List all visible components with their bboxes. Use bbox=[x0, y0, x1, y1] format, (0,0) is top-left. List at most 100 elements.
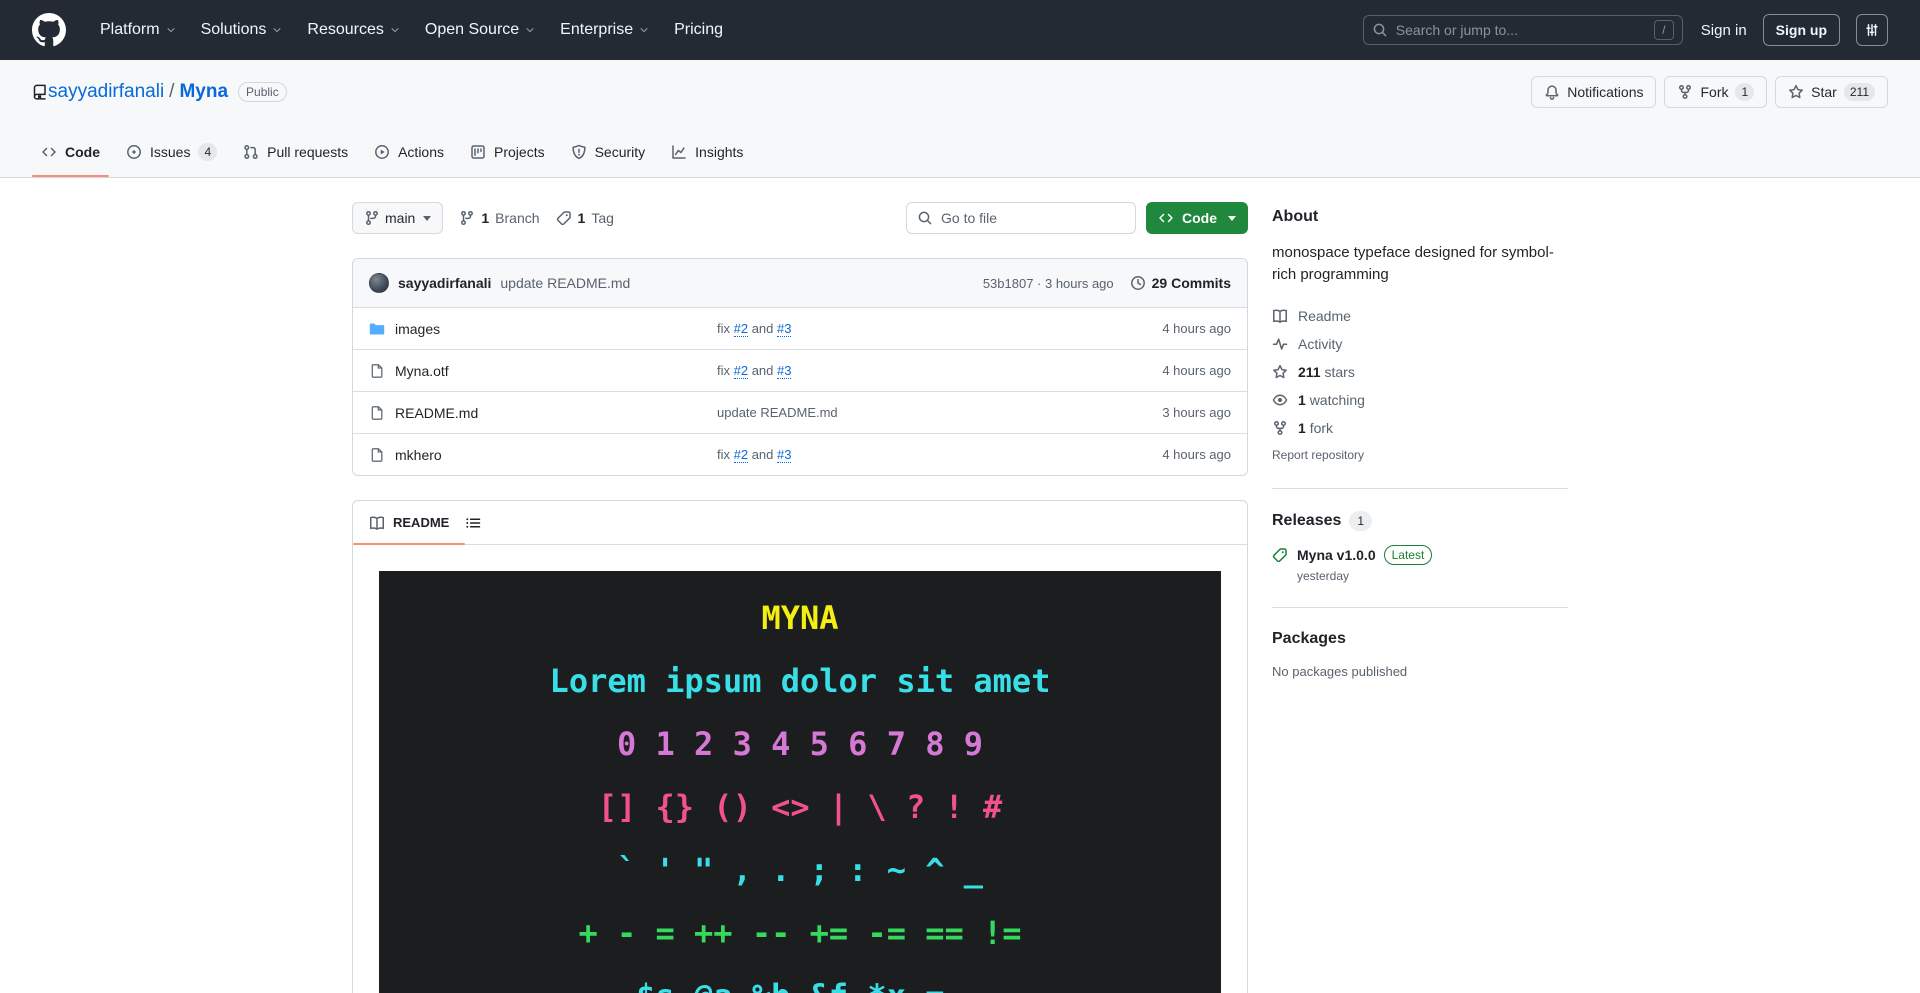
commit-message-link[interactable]: update README.md bbox=[500, 275, 630, 291]
tag-icon bbox=[1272, 548, 1287, 563]
tab-projects[interactable]: Projects bbox=[461, 126, 554, 177]
site-header: Platform Solutions Resources Open Source Ent… bbox=[0, 0, 1920, 60]
release-name[interactable]: Myna v1.0.0 bbox=[1297, 547, 1376, 563]
file-icon bbox=[371, 405, 383, 420]
tab-readme[interactable]: README bbox=[353, 501, 466, 545]
search-input[interactable]: Search or jump to... / bbox=[1362, 15, 1683, 45]
branches-label: Branch bbox=[495, 210, 540, 226]
file-icon bbox=[371, 363, 383, 378]
commit-history-link[interactable]: 29 Commits bbox=[1130, 275, 1231, 291]
tab-security[interactable]: Security bbox=[562, 126, 655, 177]
tab-label: Projects bbox=[494, 143, 545, 160]
table-row[interactable]: mkhero fix #2 and #3 4 hours ago bbox=[353, 433, 1247, 475]
tab-actions[interactable]: Actions bbox=[365, 126, 453, 177]
tags-label: Tag bbox=[591, 210, 614, 226]
commit-author-link[interactable]: sayyadirfanali bbox=[398, 275, 491, 291]
code-dropdown-button[interactable]: Code bbox=[1146, 202, 1248, 234]
fork-button[interactable]: Fork 1 bbox=[1664, 76, 1768, 108]
tab-issues[interactable]: Issues 4 bbox=[117, 126, 226, 177]
breadcrumb-owner-link[interactable]: sayyadirfanali bbox=[48, 81, 164, 102]
nav-label: Enterprise bbox=[560, 21, 634, 38]
outline-list-icon bbox=[466, 517, 481, 528]
tab-label: Security bbox=[594, 143, 646, 160]
file-name-link[interactable]: mkhero bbox=[395, 447, 442, 463]
issue-link[interactable]: #2 bbox=[733, 363, 749, 379]
about-meta-activity[interactable]: Activity bbox=[1272, 330, 1568, 358]
tag-icon bbox=[556, 211, 571, 226]
nav-label: Open Source bbox=[424, 21, 520, 38]
sign-in-link[interactable]: Sign in bbox=[1701, 22, 1747, 39]
bell-icon bbox=[1545, 85, 1559, 100]
releases-count-badge: 1 bbox=[1349, 511, 1373, 531]
about-meta-watching[interactable]: 1 watching bbox=[1272, 386, 1568, 414]
commit-age: 4 hours ago bbox=[1162, 447, 1231, 462]
file-name-link[interactable]: images bbox=[395, 321, 440, 337]
notifications-button[interactable]: Notifications bbox=[1531, 76, 1657, 108]
code-column: main 1 Branch 1 Tag Go to file Code sayy… bbox=[352, 202, 1248, 993]
issue-link[interactable]: #3 bbox=[777, 363, 792, 379]
file-icon bbox=[371, 447, 383, 462]
issue-link[interactable]: #2 bbox=[733, 447, 749, 463]
about-meta-stars[interactable]: 211 stars bbox=[1272, 358, 1568, 386]
packages-section: Packages No packages published bbox=[1272, 607, 1568, 679]
go-to-file-placeholder: Go to file bbox=[941, 210, 998, 226]
avatar[interactable] bbox=[369, 273, 389, 293]
latest-badge: Latest bbox=[1383, 545, 1433, 565]
star-icon bbox=[1789, 84, 1804, 99]
releases-title[interactable]: Releases bbox=[1272, 512, 1341, 530]
tags-count: 1 bbox=[577, 210, 586, 226]
tab-label: Code bbox=[65, 143, 100, 160]
report-repository-link[interactable]: Report repository bbox=[1272, 448, 1364, 462]
tab-pull-requests[interactable]: Pull requests bbox=[234, 126, 357, 177]
release-item[interactable]: Myna v1.0.0 Latest yesterday bbox=[1272, 545, 1568, 583]
readme-card: README MYNA Lorem ipsum dolor sit amet 0 1… bbox=[352, 500, 1248, 993]
breadcrumb: sayyadirfanali / Myna Public Notifications… bbox=[32, 74, 1888, 110]
tags-link[interactable]: 1 Tag bbox=[556, 210, 614, 226]
breadcrumb-repo-link[interactable]: Myna bbox=[179, 81, 228, 102]
issue-link[interactable]: #2 bbox=[733, 321, 749, 337]
nav-enterprise[interactable]: Enterprise bbox=[548, 21, 662, 39]
shield-icon bbox=[571, 144, 586, 159]
code-icon bbox=[1159, 213, 1173, 223]
about-heading: About bbox=[1272, 208, 1319, 225]
about-meta-fork[interactable]: 1 fork bbox=[1272, 414, 1568, 442]
tab-label: Issues bbox=[150, 143, 191, 160]
tab-insights[interactable]: Insights bbox=[662, 126, 752, 177]
table-row[interactable]: Myna.otf fix #2 and #3 4 hours ago bbox=[353, 349, 1247, 391]
nav-platform[interactable]: Platform bbox=[88, 21, 189, 39]
about-meta-readme[interactable]: Readme bbox=[1272, 302, 1568, 330]
search-icon bbox=[918, 211, 932, 225]
hero-line: 0 1 2 3 4 5 6 7 8 9 bbox=[616, 725, 984, 763]
nav-open-source[interactable]: Open Source bbox=[413, 21, 548, 39]
star-button[interactable]: Star 211 bbox=[1775, 76, 1888, 108]
tab-code[interactable]: Code bbox=[32, 126, 109, 177]
code-button-label: Code bbox=[1182, 210, 1217, 226]
table-row[interactable]: README.md update README.md 3 hours ago bbox=[353, 391, 1247, 433]
chevron-down-icon bbox=[640, 28, 648, 33]
packages-heading: Packages bbox=[1272, 630, 1346, 647]
nav-resources[interactable]: Resources bbox=[295, 21, 412, 39]
go-to-file-input[interactable]: Go to file bbox=[906, 202, 1136, 234]
sign-up-button[interactable]: Sign up bbox=[1762, 14, 1840, 46]
file-name-link[interactable]: Myna.otf bbox=[395, 363, 449, 379]
nav-pricing[interactable]: Pricing bbox=[662, 21, 735, 39]
visibility-badge: Public bbox=[238, 82, 287, 102]
commit-sha-time[interactable]: 53b1807 · 3 hours ago bbox=[983, 276, 1114, 291]
nav-solutions[interactable]: Solutions bbox=[189, 21, 296, 39]
hero-line: [] {} () <> | \ ? ! # bbox=[597, 788, 1003, 826]
table-row[interactable]: images fix #2 and #3 4 hours ago bbox=[353, 307, 1247, 349]
file-name-link[interactable]: README.md bbox=[395, 405, 478, 421]
github-logo-icon[interactable] bbox=[32, 13, 66, 47]
commit-age: 4 hours ago bbox=[1162, 363, 1231, 378]
search-placeholder: Search or jump to... bbox=[1395, 22, 1518, 38]
commit-message: fix #2 and #3 bbox=[717, 321, 792, 337]
hero-line: + - = ++ -- += -= == != bbox=[578, 914, 1022, 952]
hero-line: Lorem ipsum dolor sit amet bbox=[549, 662, 1051, 700]
issue-link[interactable]: #3 bbox=[777, 447, 792, 463]
branch-selector-button[interactable]: main bbox=[352, 202, 444, 234]
branches-link[interactable]: 1 Branch bbox=[459, 210, 540, 226]
appearance-settings-button[interactable] bbox=[1856, 14, 1888, 46]
issue-link[interactable]: #3 bbox=[777, 321, 792, 337]
repo-icon bbox=[33, 84, 46, 100]
hero-line: ` ' " , . ; : ~ ^ _ bbox=[616, 851, 984, 889]
